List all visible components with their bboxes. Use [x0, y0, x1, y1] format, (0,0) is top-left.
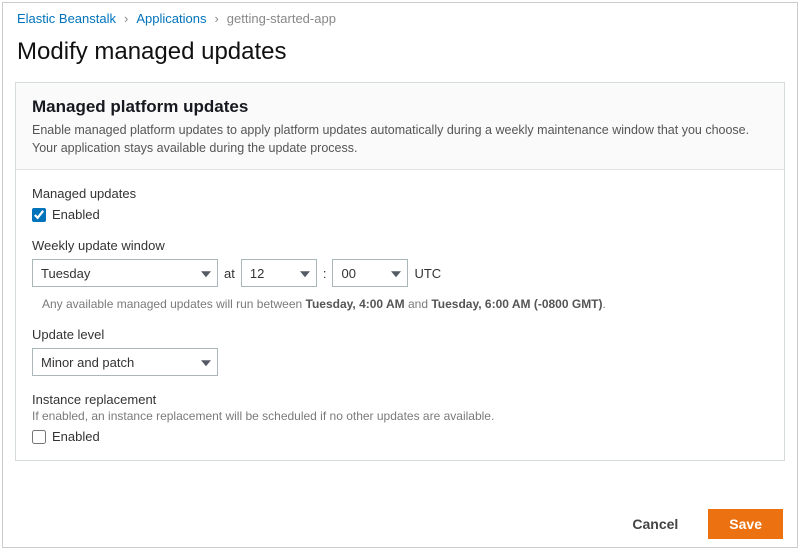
- update-level-select[interactable]: Minor and patch: [32, 348, 218, 376]
- breadcrumb-applications-link[interactable]: Applications: [136, 11, 206, 26]
- footer-actions: Cancel Save: [622, 509, 783, 539]
- weekly-minute-value: 00: [341, 266, 355, 281]
- managed-updates-panel: Managed platform updates Enable managed …: [15, 82, 785, 461]
- instance-replacement-checkbox-row[interactable]: Enabled: [32, 429, 768, 444]
- weekly-hour-select[interactable]: 12: [241, 259, 317, 287]
- weekly-day-value: Tuesday: [41, 266, 90, 281]
- managed-updates-checkbox-label: Enabled: [52, 207, 100, 222]
- section-title: Managed platform updates: [32, 97, 768, 117]
- caret-down-icon: [391, 271, 401, 277]
- caret-down-icon: [201, 271, 211, 277]
- breadcrumb-root-link[interactable]: Elastic Beanstalk: [17, 11, 116, 26]
- weekly-window-helper: Any available managed updates will run b…: [42, 297, 768, 311]
- managed-updates-field: Managed updates Enabled: [32, 186, 768, 222]
- weekly-window-label: Weekly update window: [32, 238, 768, 253]
- weekly-hour-value: 12: [250, 266, 264, 281]
- instance-replacement-field: Instance replacement If enabled, an inst…: [32, 392, 768, 444]
- instance-replacement-label: Instance replacement: [32, 392, 768, 407]
- instance-replacement-checkbox-label: Enabled: [52, 429, 100, 444]
- chevron-right-icon: ›: [124, 11, 128, 26]
- timezone-label: UTC: [414, 266, 441, 281]
- panel-body: Managed updates Enabled Weekly update wi…: [16, 170, 784, 460]
- page-frame: Elastic Beanstalk › Applications › getti…: [2, 2, 798, 548]
- chevron-right-icon: ›: [214, 11, 218, 26]
- update-level-field: Update level Minor and patch: [32, 327, 768, 376]
- breadcrumb: Elastic Beanstalk › Applications › getti…: [15, 3, 785, 32]
- update-level-label: Update level: [32, 327, 768, 342]
- weekly-day-select[interactable]: Tuesday: [32, 259, 218, 287]
- at-label: at: [224, 266, 235, 281]
- instance-replacement-checkbox[interactable]: [32, 430, 46, 444]
- section-description: Enable managed platform updates to apply…: [32, 121, 768, 157]
- managed-updates-label: Managed updates: [32, 186, 768, 201]
- save-button[interactable]: Save: [708, 509, 783, 539]
- caret-down-icon: [300, 271, 310, 277]
- panel-header: Managed platform updates Enable managed …: [16, 83, 784, 170]
- weekly-window-row: Tuesday at 12 : 00 UTC: [32, 259, 768, 287]
- weekly-minute-select[interactable]: 00: [332, 259, 408, 287]
- weekly-window-field: Weekly update window Tuesday at 12 : 00: [32, 238, 768, 311]
- caret-down-icon: [201, 360, 211, 366]
- breadcrumb-current: getting-started-app: [227, 11, 336, 26]
- update-level-value: Minor and patch: [41, 355, 134, 370]
- page-title: Modify managed updates: [15, 32, 785, 82]
- colon-label: :: [323, 266, 327, 281]
- managed-updates-checkbox-row[interactable]: Enabled: [32, 207, 768, 222]
- managed-updates-checkbox[interactable]: [32, 208, 46, 222]
- instance-replacement-description: If enabled, an instance replacement will…: [32, 409, 768, 423]
- cancel-button[interactable]: Cancel: [622, 510, 688, 538]
